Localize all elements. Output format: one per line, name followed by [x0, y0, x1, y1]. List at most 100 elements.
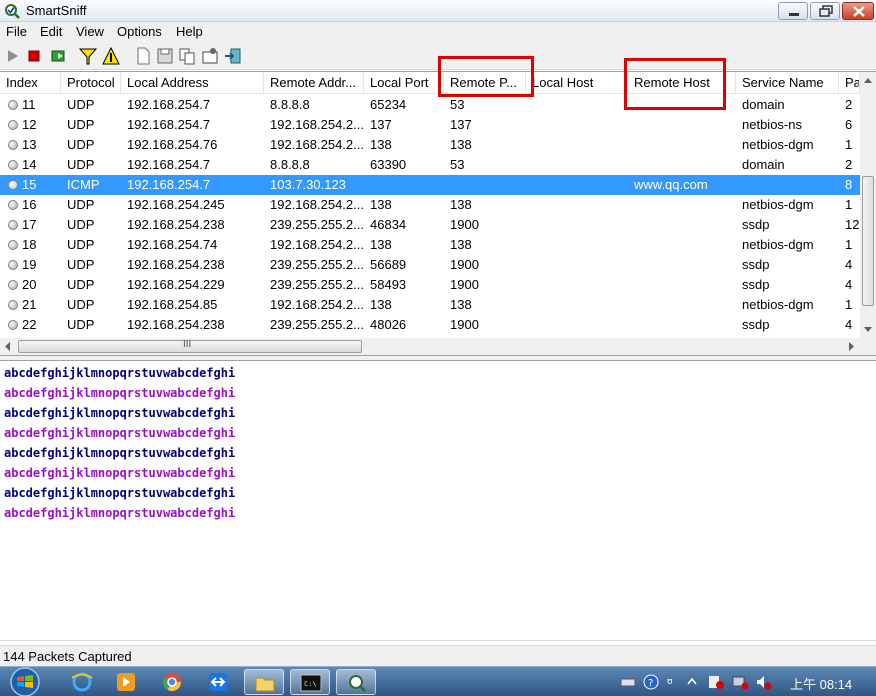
column-header-local-address[interactable]: Local Address — [121, 72, 264, 94]
explorer-taskbar-button[interactable] — [244, 669, 284, 695]
menu-options[interactable]: Options — [117, 24, 162, 39]
cell-remote-address: 192.168.254.2... — [270, 297, 364, 312]
cell-remote-port: 138 — [450, 237, 472, 252]
table-row[interactable]: 12 UDP 192.168.254.7 192.168.254.2... 137 137… — [0, 115, 860, 135]
column-header-local-host[interactable]: Local Host — [526, 72, 628, 94]
horizontal-scroll-thumb[interactable]: III — [18, 339, 362, 353]
column-header-remote-address[interactable]: Remote Addr... — [264, 72, 364, 94]
cell-service-name: netbios-ns — [742, 117, 802, 132]
teamviewer-icon[interactable] — [198, 669, 238, 695]
new-icon[interactable] — [133, 46, 153, 66]
cell-local-address: 192.168.254.76 — [127, 137, 218, 152]
cell-remote-address: 192.168.254.2... — [270, 117, 364, 132]
cell-index: 22 — [22, 317, 37, 332]
keyboard-icon[interactable] — [620, 674, 636, 690]
media-player-icon[interactable] — [106, 669, 146, 695]
menu-view[interactable]: View — [76, 24, 104, 39]
cell-remote-port: 1900 — [450, 317, 479, 332]
cell-local-host — [526, 115, 628, 135]
menu-file[interactable]: File — [6, 24, 27, 39]
flag-icon[interactable] — [707, 674, 725, 690]
cell-remote-port: 1900 — [450, 217, 479, 232]
cell-local-host — [526, 155, 628, 175]
display-filter-icon[interactable] — [101, 46, 121, 66]
cell-service-name: ssdp — [742, 217, 770, 232]
cell-protocol: UDP — [67, 257, 95, 272]
table-row[interactable]: 21 UDP 192.168.254.85 192.168.254.2... 138 13… — [0, 295, 860, 315]
cell-local-host — [526, 95, 628, 115]
smartsniff-taskbar-icon — [349, 675, 366, 692]
internet-explorer-icon[interactable] — [62, 669, 102, 695]
column-header-protocol[interactable]: Protocol — [61, 72, 121, 94]
cell-local-address: 192.168.254.85 — [127, 297, 218, 312]
packet-data-pane[interactable]: abcdefghijklmnopqrstuvwabcdefghi abcdefgh… — [0, 361, 876, 641]
column-header-service-name[interactable]: Service Name — [736, 72, 839, 94]
cell-index: 17 — [22, 217, 37, 232]
scroll-down-icon[interactable] — [860, 322, 876, 338]
table-row[interactable]: 15 ICMP 192.168.254.7 103.7.30.123 www.qq.co… — [0, 175, 860, 195]
cell-local-address: 192.168.254.7 — [127, 157, 211, 172]
cell-protocol: UDP — [67, 237, 95, 252]
cmd-taskbar-button[interactable]: C:\ — [290, 669, 330, 695]
smartsniff-window: SmartSniff File Edit View Options Help I… — [0, 0, 876, 696]
play-icon[interactable] — [3, 46, 23, 66]
cell-remote-host — [628, 235, 736, 255]
cell-local-host — [526, 235, 628, 255]
vertical-scrollbar[interactable] — [860, 72, 876, 338]
input-method-icon[interactable]: ʊ — [666, 674, 678, 690]
volume-icon[interactable] — [755, 674, 773, 690]
cell-local-port: 138 — [370, 297, 392, 312]
copy-icon[interactable] — [177, 46, 197, 66]
cell-remote-address: 192.168.254.2... — [270, 237, 364, 252]
chrome-icon[interactable] — [152, 669, 192, 695]
close-button[interactable] — [842, 2, 874, 20]
column-header-index[interactable]: Index — [0, 72, 61, 94]
scroll-left-icon[interactable] — [0, 338, 16, 355]
vertical-scroll-thumb[interactable] — [862, 176, 874, 306]
table-row[interactable]: 17 UDP 192.168.254.238 239.255.255.2... 4683… — [0, 215, 860, 235]
cell-local-address: 192.168.254.7 — [127, 117, 211, 132]
horizontal-scrollbar[interactable]: III — [0, 338, 860, 355]
folder-icon — [255, 677, 275, 692]
table-row[interactable]: 14 UDP 192.168.254.7 8.8.8.8 63390 53 domain 2 — [0, 155, 860, 175]
cell-protocol: UDP — [67, 117, 95, 132]
scroll-up-icon[interactable] — [860, 72, 876, 88]
table-row[interactable]: 22 UDP 192.168.254.238 239.255.255.2... 4802… — [0, 315, 860, 335]
taskbar-clock[interactable]: 上午 08:14 — [790, 674, 852, 693]
filter-icon[interactable] — [78, 46, 98, 66]
table-row[interactable]: 11 UDP 192.168.254.7 8.8.8.8 65234 53 domain 2 — [0, 95, 860, 115]
start-button-icon[interactable] — [6, 667, 44, 696]
maximize-button[interactable] — [810, 2, 840, 20]
save-icon[interactable] — [155, 46, 175, 66]
menu-help[interactable]: Help — [176, 24, 203, 39]
minimize-button[interactable] — [778, 2, 808, 20]
table-row[interactable]: 19 UDP 192.168.254.238 239.255.255.2... 5668… — [0, 255, 860, 275]
capture-options-icon[interactable] — [49, 46, 69, 66]
network-icon[interactable] — [731, 674, 749, 690]
table-row[interactable]: 16 UDP 192.168.254.245 192.168.254.2... 138 1… — [0, 195, 860, 215]
stop-icon[interactable] — [24, 46, 44, 66]
scroll-right-icon[interactable] — [843, 338, 859, 355]
table-row[interactable]: 20 UDP 192.168.254.229 239.255.255.2... 5849… — [0, 275, 860, 295]
cell-remote-port: 138 — [450, 297, 472, 312]
status-bar: 144 Packets Captured — [0, 645, 876, 666]
cell-local-host — [526, 315, 628, 335]
column-header-local-port[interactable]: Local Port — [364, 72, 444, 94]
packet-list[interactable]: Index Protocol Local Address Remote Addr… — [0, 71, 876, 355]
help-icon[interactable]: ? — [643, 674, 659, 690]
properties-icon[interactable] — [200, 46, 220, 66]
cell-remote-port: 1900 — [450, 277, 479, 292]
cell-protocol: UDP — [67, 197, 95, 212]
menu-edit[interactable]: Edit — [40, 24, 62, 39]
table-row[interactable]: 18 UDP 192.168.254.74 192.168.254.2... 138 13… — [0, 235, 860, 255]
cell-remote-address: 192.168.254.2... — [270, 137, 364, 152]
show-hidden-icons[interactable] — [686, 674, 698, 690]
packet-rows: 11 UDP 192.168.254.7 8.8.8.8 65234 53 domain 2 1… — [0, 95, 860, 335]
column-header-packets[interactable]: Pa — [839, 72, 860, 94]
cell-remote-port: 1900 — [450, 257, 479, 272]
cell-packets: 4 — [845, 317, 853, 332]
smartsniff-app-icon — [5, 4, 20, 19]
smartsniff-taskbar-button[interactable] — [336, 669, 376, 695]
exit-icon[interactable] — [223, 46, 243, 66]
table-row[interactable]: 13 UDP 192.168.254.76 192.168.254.2... 138 13… — [0, 135, 860, 155]
